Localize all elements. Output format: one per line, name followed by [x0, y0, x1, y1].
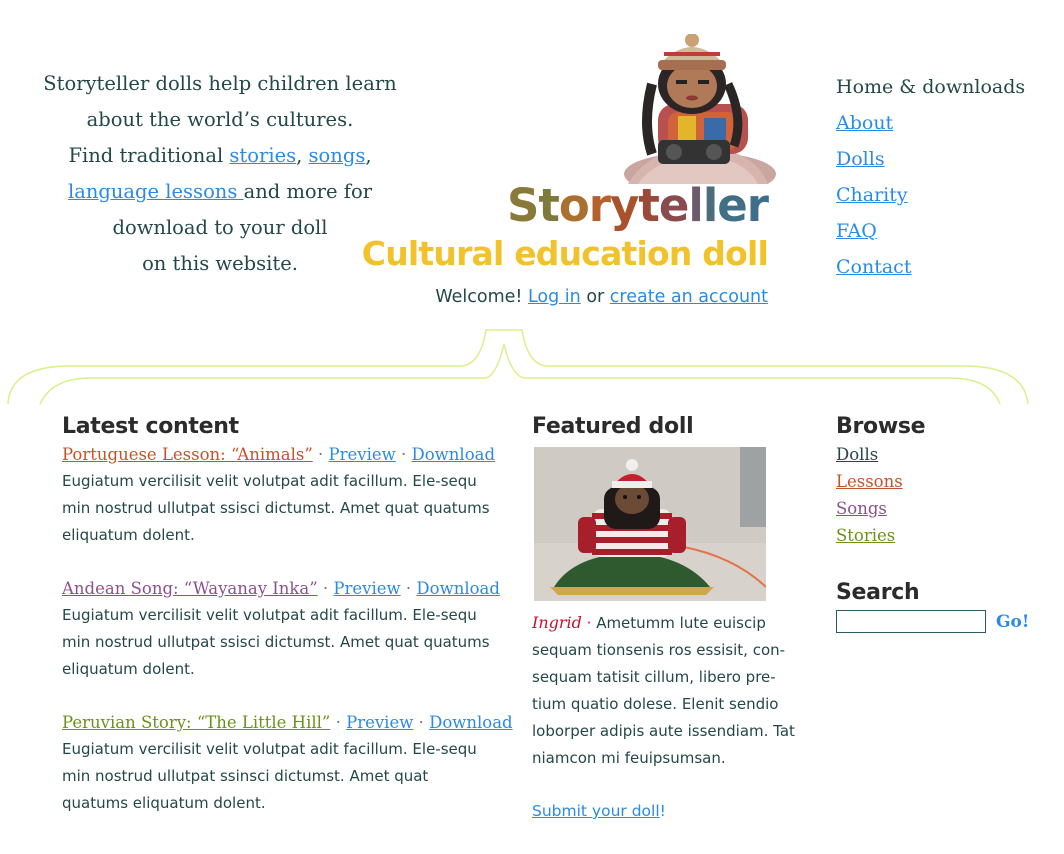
entry-separator: · [330, 713, 347, 732]
browse-lessons[interactable]: Lessons [836, 469, 1036, 496]
featured-description: Ingrid · Ametumm lute euiscip sequam tio… [532, 609, 807, 772]
logo-title-letter: r [588, 179, 611, 232]
brace-divider [7, 329, 1029, 405]
submit-doll-bang: ! [659, 802, 666, 820]
main-nav: Home & downloads About Dolls Charity FAQ… [836, 72, 1056, 288]
entry-title-link[interactable]: Peruvian Story: “The Little Hill” [62, 713, 330, 732]
intro-text-fragment: and more for [243, 180, 373, 203]
intro-text-fragment: Find traditional [68, 144, 230, 167]
logo-title-letter: l [688, 179, 703, 232]
create-account-link[interactable]: create an account [610, 287, 768, 307]
intro-link-stories[interactable]: stories [229, 144, 296, 167]
nav-charity[interactable]: Charity [836, 180, 1056, 216]
logo-subtitle: Cultural education doll [361, 234, 769, 273]
entry-body: Eugiatum vercilisit velit volutpat adit … [62, 740, 477, 812]
intro-text-fragment: , [296, 144, 309, 167]
logo-title-letter: e [658, 179, 690, 232]
featured-separator: · [581, 614, 597, 632]
logo-title-letter: l [702, 179, 718, 232]
submit-doll: Submit your doll! [532, 798, 666, 824]
browse-songs[interactable]: Songs [836, 496, 1036, 523]
logo-title: Storyteller [480, 178, 769, 234]
nav-faq[interactable]: FAQ [836, 216, 1056, 252]
entry-separator: · [317, 579, 334, 598]
welcome-or: or [580, 287, 610, 307]
intro-line: language lessons and more for [40, 174, 400, 210]
logo-title-letter: t [638, 179, 659, 232]
preview-link[interactable]: Preview [346, 713, 413, 732]
intro-line: about the world’s cultures. [86, 108, 354, 131]
submit-doll-link[interactable]: Submit your doll [532, 802, 660, 820]
login-link[interactable]: Log in [528, 287, 581, 307]
entry-separator: · [400, 579, 417, 598]
entry-title-link[interactable]: Andean Song: “Wayanay Inka” [62, 579, 318, 598]
search-input[interactable] [836, 610, 986, 633]
logo-title-letter: e [717, 179, 748, 232]
logo-title-letter: y [610, 179, 639, 232]
download-link[interactable]: Download [429, 713, 513, 732]
browse-dolls[interactable]: Dolls [836, 442, 1036, 469]
browse-stories[interactable]: Stories [836, 523, 1036, 550]
entry-separator: · [395, 445, 412, 464]
logo-doll-image [624, 34, 776, 184]
welcome-bar: Welcome! Log in or create an account [360, 284, 768, 310]
featured-heading: Featured doll [532, 414, 694, 439]
search-go-button[interactable]: Go! [996, 612, 1029, 632]
logo-title-letter: r [746, 179, 769, 232]
featured-doll-name: Ingrid [532, 613, 582, 632]
logo-title-letter: o [558, 179, 590, 232]
featured-text: Ametumm lute euiscip sequam tionsenis ro… [532, 614, 795, 767]
content-entry: Peruvian Story: “The Little Hill” · Prev… [62, 710, 513, 817]
browse-list: Dolls Lessons Songs Stories [836, 442, 1036, 550]
content-entry: Portuguese Lesson: “Animals” · Preview ·… [62, 442, 495, 549]
logo-title-letter: S [506, 179, 539, 232]
entry-separator: · [413, 713, 430, 732]
nav-contact[interactable]: Contact [836, 252, 1056, 288]
nav-about[interactable]: About [836, 108, 1056, 144]
browse-heading: Browse [836, 414, 926, 439]
latest-heading: Latest content [62, 414, 239, 439]
entry-body: Eugiatum vercilisit velit volutpat adit … [62, 606, 490, 678]
content-entry: Andean Song: “Wayanay Inka” · Preview · … [62, 576, 500, 683]
logo-title-letter: t [538, 179, 559, 232]
preview-link[interactable]: Preview [329, 445, 396, 464]
entry-header: Andean Song: “Wayanay Inka” · Preview · … [62, 576, 500, 602]
entry-header: Portuguese Lesson: “Animals” · Preview ·… [62, 442, 495, 468]
entry-body: Eugiatum vercilisit velit volutpat adit … [62, 472, 490, 544]
search-heading: Search [836, 580, 920, 605]
nav-home[interactable]: Home & downloads [836, 72, 1056, 108]
nav-dolls[interactable]: Dolls [836, 144, 1056, 180]
entry-header: Peruvian Story: “The Little Hill” · Prev… [62, 710, 513, 736]
intro-link-songs[interactable]: songs [309, 144, 366, 167]
entry-title-link[interactable]: Portuguese Lesson: “Animals” [62, 445, 313, 464]
logo-title-text: Storyteller [506, 178, 769, 234]
download-link[interactable]: Download [412, 445, 496, 464]
intro-line: Storyteller dolls help children learn [43, 72, 397, 95]
intro-line: Find traditional stories, songs, [40, 138, 400, 174]
featured-doll-photo[interactable] [534, 447, 766, 601]
latest-list: Portuguese Lesson: “Animals” · Preview ·… [62, 442, 513, 844]
welcome-text: Welcome! [435, 287, 528, 307]
intro-link-lessons[interactable]: language lessons [68, 180, 244, 203]
download-link[interactable]: Download [416, 579, 500, 598]
intro-text-fragment: , [365, 144, 372, 167]
preview-link[interactable]: Preview [333, 579, 400, 598]
entry-separator: · [312, 445, 329, 464]
